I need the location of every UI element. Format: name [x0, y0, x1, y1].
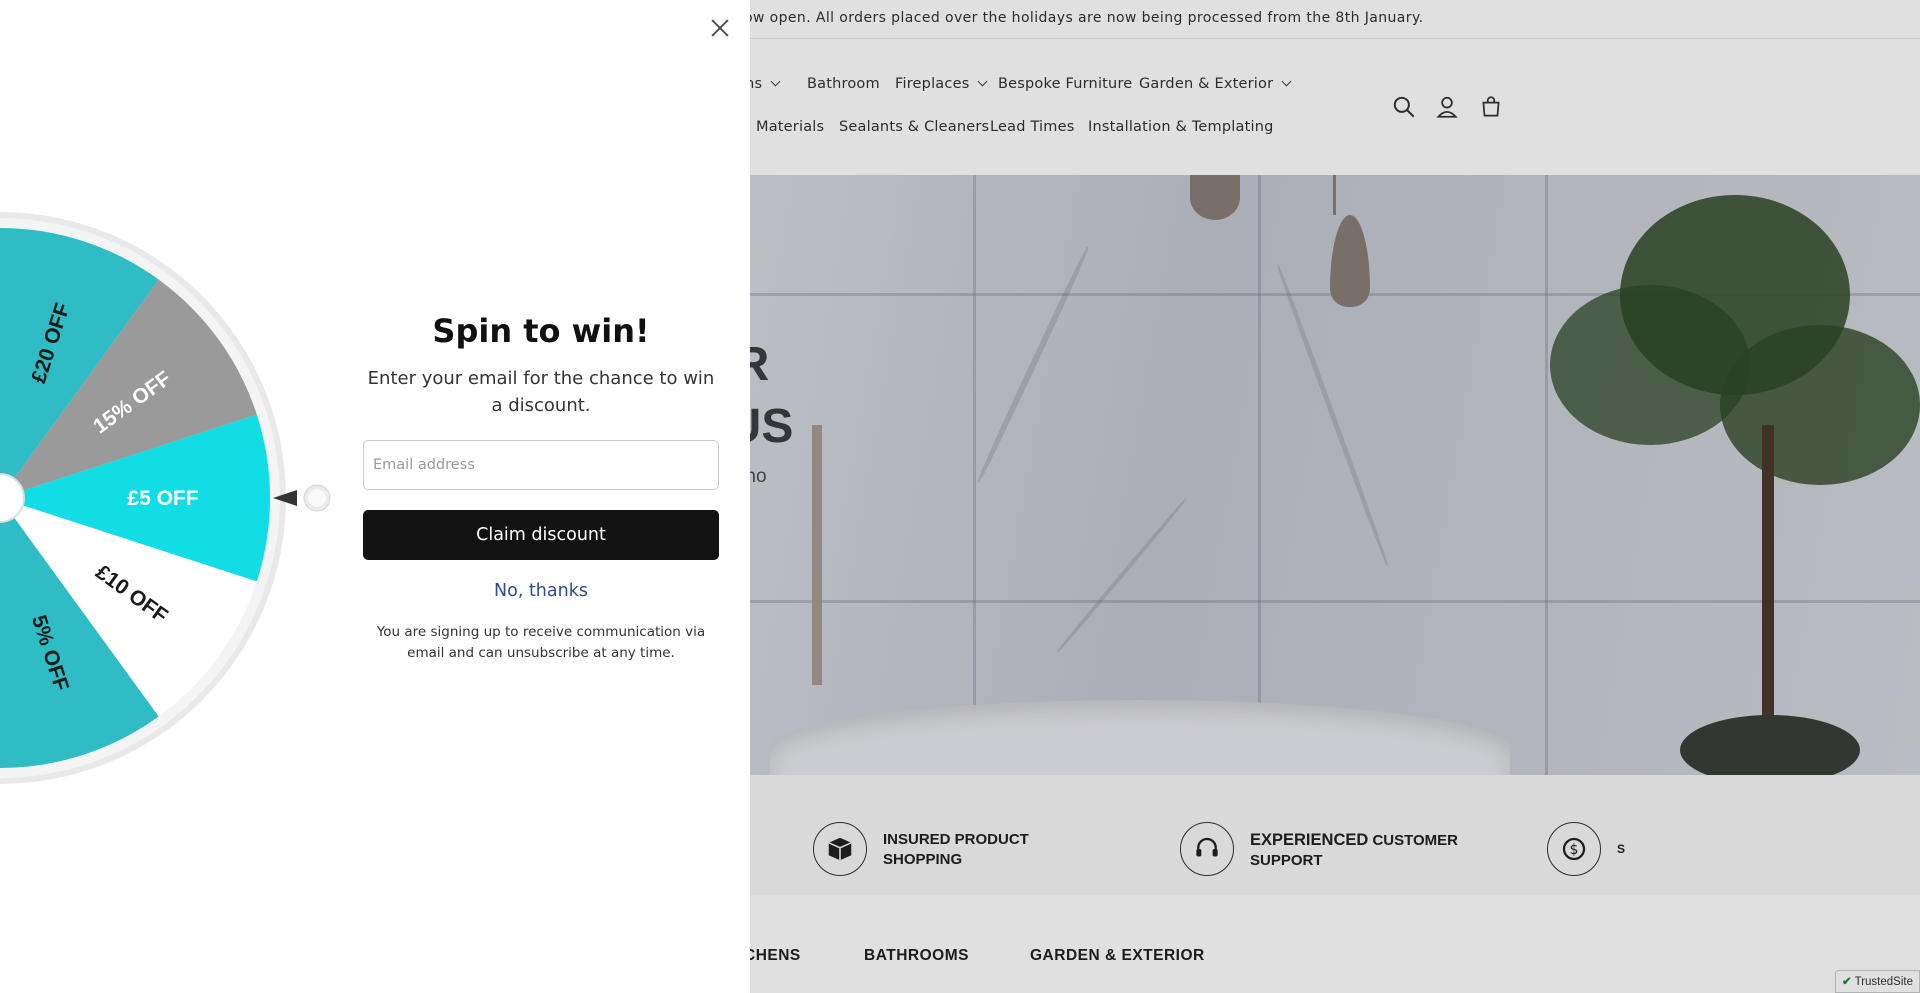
spin-to-win-popup: £5 OFF15% OFF£20 OFF10% OFF10% OFF5% OFF…	[0, 0, 750, 993]
wheel-segment-label: £5 OFF	[127, 487, 198, 510]
wheel-pointer-icon	[273, 484, 331, 512]
popup-description: Enter your email for the chance to win a…	[367, 368, 715, 416]
claim-discount-button[interactable]: Claim discount	[363, 510, 719, 560]
popup-title: Spin to win!	[432, 312, 650, 350]
modal-backdrop[interactable]	[750, 0, 1920, 993]
legal-notice: You are signing up to receive communicat…	[376, 624, 706, 661]
no-thanks-link[interactable]: No, thanks	[363, 581, 719, 601]
close-icon[interactable]	[708, 16, 732, 40]
prize-wheel: £5 OFF15% OFF£20 OFF10% OFF10% OFF5% OFF…	[0, 212, 286, 784]
email-field[interactable]	[363, 440, 719, 490]
